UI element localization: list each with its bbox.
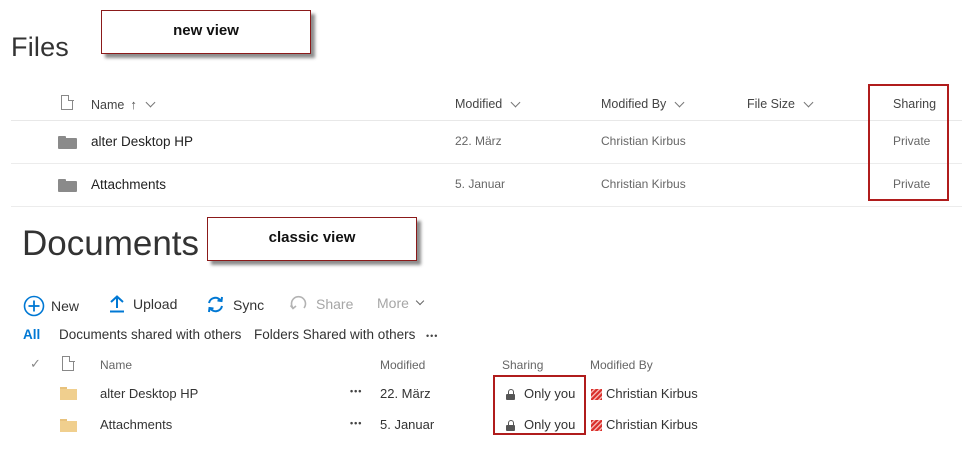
new-button-label: New xyxy=(51,298,80,314)
sharing-status[interactable]: Only you xyxy=(524,417,575,432)
lock-icon xyxy=(506,420,515,431)
modified-by[interactable]: Christian Kirbus xyxy=(601,134,686,148)
column-modified[interactable]: Modified xyxy=(380,358,425,372)
tabs-overflow-button[interactable]: ••• xyxy=(426,331,438,341)
column-name[interactable]: Name xyxy=(100,358,132,372)
column-modified-label: Modified xyxy=(455,97,503,111)
file-name-link[interactable]: Attachments xyxy=(91,177,166,192)
modified-by[interactable]: Christian Kirbus xyxy=(606,417,698,432)
column-modified-by[interactable]: Modified By xyxy=(590,358,653,372)
files-column-header: Name ↑ Modified Modified By File Size Sh… xyxy=(11,88,962,121)
column-name-label: Name xyxy=(91,97,125,112)
sync-icon xyxy=(208,296,223,313)
column-name[interactable]: Name ↑ xyxy=(91,97,156,112)
document-icon[interactable] xyxy=(61,94,74,110)
tab-folders-shared-with-others[interactable]: Folders Shared with others xyxy=(254,327,415,342)
upload-button-label: Upload xyxy=(133,296,178,312)
chevron-down-icon xyxy=(674,97,685,107)
page-title-documents: Documents xyxy=(22,224,200,263)
item-ellipsis-button[interactable]: ••• xyxy=(350,418,362,428)
upload-arrow-icon xyxy=(110,295,124,313)
modified-date: 5. Januar xyxy=(380,417,435,432)
page-title-files: Files xyxy=(11,32,70,62)
share-button[interactable]: Share xyxy=(289,295,353,313)
modified-date: 22. März xyxy=(455,134,502,148)
modified-by[interactable]: Christian Kirbus xyxy=(601,177,686,191)
callout-classic-view: classic view xyxy=(207,217,417,261)
sharing-status[interactable]: Private xyxy=(893,177,930,191)
more-button-label: More xyxy=(377,295,409,311)
column-file-size-label: File Size xyxy=(747,97,795,111)
folder-icon xyxy=(58,179,77,192)
folder-icon xyxy=(58,136,77,149)
file-name-link[interactable]: alter Desktop HP xyxy=(100,386,198,401)
modified-date: 22. März xyxy=(380,386,431,401)
chevron-down-icon xyxy=(415,296,425,306)
presence-icon xyxy=(591,389,602,400)
presence-icon xyxy=(591,420,602,431)
file-name-link[interactable]: Attachments xyxy=(100,417,172,432)
plus-circle-icon xyxy=(23,295,45,317)
tab-documents-shared-with-others[interactable]: Documents shared with others xyxy=(59,327,241,342)
select-all-checkbox[interactable]: ✓ xyxy=(30,356,41,372)
sync-button[interactable]: Sync xyxy=(206,295,264,314)
folder-icon xyxy=(60,419,77,432)
callout-classic-view-label: classic view xyxy=(268,229,356,246)
column-sharing-label: Sharing xyxy=(893,97,937,111)
callout-new-view-label: new view xyxy=(173,22,239,39)
column-modified-by-label: Modified By xyxy=(601,97,667,111)
chevron-down-icon xyxy=(803,97,814,107)
column-modified[interactable]: Modified xyxy=(455,97,521,111)
column-file-size[interactable]: File Size xyxy=(747,97,814,111)
share-button-label: Share xyxy=(316,296,354,312)
sharing-status[interactable]: Private xyxy=(893,134,930,148)
column-modified-by[interactable]: Modified By xyxy=(601,97,685,111)
share-icon xyxy=(289,295,307,310)
document-icon[interactable] xyxy=(62,355,75,371)
tab-all[interactable]: All xyxy=(23,327,40,342)
sync-button-label: Sync xyxy=(233,296,265,313)
new-button[interactable]: New xyxy=(23,295,79,317)
lock-icon xyxy=(506,389,515,400)
folder-icon xyxy=(60,387,77,400)
modified-by[interactable]: Christian Kirbus xyxy=(606,386,698,401)
sharing-status[interactable]: Only you xyxy=(524,386,575,401)
table-row[interactable]: alter Desktop HP 22. März Christian Kirb… xyxy=(11,121,962,164)
column-sharing[interactable]: Sharing xyxy=(893,97,936,111)
more-button[interactable]: More xyxy=(377,295,425,311)
chevron-down-icon xyxy=(145,97,156,108)
column-sharing[interactable]: Sharing xyxy=(502,358,543,372)
table-row[interactable]: Attachments 5. Januar Christian Kirbus P… xyxy=(11,164,962,207)
callout-new-view: new view xyxy=(101,10,311,54)
file-name-link[interactable]: alter Desktop HP xyxy=(91,134,193,149)
modified-date: 5. Januar xyxy=(455,177,506,191)
item-ellipsis-button[interactable]: ••• xyxy=(350,386,362,396)
upload-button[interactable]: Upload xyxy=(109,295,177,313)
sort-ascending-icon: ↑ xyxy=(130,97,137,112)
chevron-down-icon xyxy=(510,97,521,107)
